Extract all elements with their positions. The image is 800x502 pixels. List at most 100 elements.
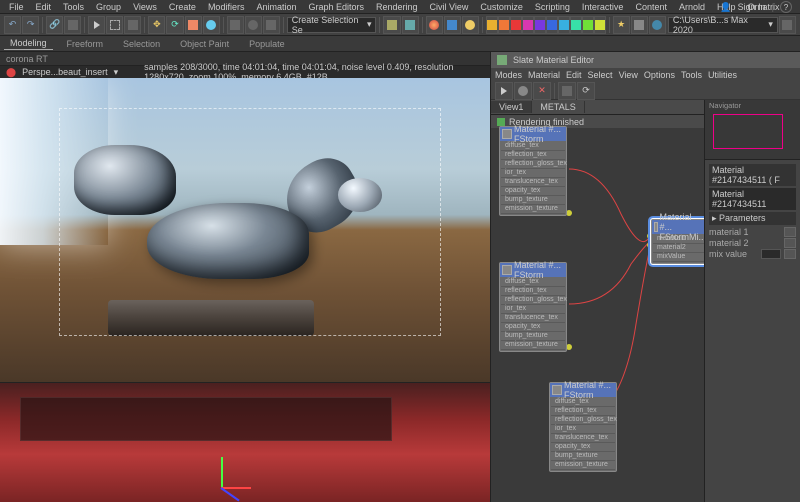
- material-sub-header[interactable]: Material #2147434511: [709, 188, 796, 210]
- node-slot[interactable]: reflection_gloss_tex: [501, 296, 565, 305]
- node-slot[interactable]: opacity_tex: [501, 323, 565, 332]
- node-slot[interactable]: translucence_tex: [551, 434, 615, 443]
- node-slot[interactable]: emission_texture: [551, 461, 615, 470]
- node-slot[interactable]: reflection_gloss_tex: [551, 416, 615, 425]
- select-button[interactable]: [88, 16, 105, 34]
- color-swatch[interactable]: [486, 16, 498, 34]
- undo-button[interactable]: ↶: [4, 16, 21, 34]
- menu-content[interactable]: Content: [630, 1, 672, 13]
- node-slot[interactable]: translucence_tex: [501, 178, 565, 187]
- node-slot[interactable]: material1: [653, 235, 704, 244]
- menu-rendering[interactable]: Rendering: [371, 1, 423, 13]
- slate-assign-button[interactable]: [514, 82, 532, 100]
- slate-menu-options[interactable]: Options: [644, 70, 675, 80]
- scale-button[interactable]: [185, 16, 202, 34]
- select-by-name-button[interactable]: [124, 16, 141, 34]
- menu-edit[interactable]: Edit: [31, 1, 57, 13]
- color-swatch[interactable]: [558, 16, 570, 34]
- ribbon-tab-modeling[interactable]: Modeling: [4, 37, 53, 50]
- slate-menu-select[interactable]: Select: [588, 70, 613, 80]
- slate-layout-button[interactable]: [558, 82, 576, 100]
- placement-button[interactable]: [203, 16, 220, 34]
- node-slot[interactable]: diffuse_tex: [501, 142, 565, 151]
- node-slot[interactable]: bump_texture: [501, 332, 565, 341]
- node-slot[interactable]: emission_texture: [501, 205, 565, 214]
- node-slot[interactable]: diffuse_tex: [551, 398, 615, 407]
- mirror-button[interactable]: [383, 16, 400, 34]
- ribbon-tab-populate[interactable]: Populate: [243, 38, 291, 50]
- color-swatch[interactable]: [594, 16, 606, 34]
- slate-canvas[interactable]: Material #...FStorm diffuse_texreflectio…: [491, 114, 704, 488]
- ribbon-tab-freeform[interactable]: Freeform: [61, 38, 110, 50]
- gizmo-z-axis[interactable]: [220, 487, 239, 501]
- node-slot[interactable]: emission_texture: [501, 341, 565, 350]
- slate-menu-utilities[interactable]: Utilities: [708, 70, 737, 80]
- workspace-button[interactable]: [779, 16, 796, 34]
- menu-arnold[interactable]: Arnold: [674, 1, 710, 13]
- node-slot[interactable]: opacity_tex: [501, 187, 565, 196]
- tool-b[interactable]: [631, 16, 648, 34]
- node-slot[interactable]: reflection_gloss_tex: [501, 160, 565, 169]
- angle-snap-toggle[interactable]: [245, 16, 262, 34]
- percent-snap-toggle[interactable]: [263, 16, 280, 34]
- scene-path-field[interactable]: C:\Users\B...s Max 2020▾: [668, 17, 778, 33]
- node-slot[interactable]: reflection_tex: [501, 287, 565, 296]
- color-swatch[interactable]: [498, 16, 510, 34]
- material-node-1[interactable]: Material #...FStorm diffuse_texreflectio…: [499, 126, 567, 216]
- menu-views[interactable]: Views: [128, 1, 162, 13]
- menu-interactive[interactable]: Interactive: [577, 1, 629, 13]
- node-slot[interactable]: reflection_tex: [551, 407, 615, 416]
- slate-title-bar[interactable]: Slate Material Editor: [491, 52, 800, 68]
- material-node-3[interactable]: Material #...FStorm diffuse_texreflectio…: [549, 382, 617, 472]
- unlink-button[interactable]: [64, 16, 81, 34]
- node-header[interactable]: Material #...FStorm: [550, 383, 616, 397]
- menu-create[interactable]: Create: [164, 1, 201, 13]
- menu-file[interactable]: File: [4, 1, 29, 13]
- node-slot[interactable]: ior_tex: [501, 169, 565, 178]
- param-slot-button[interactable]: [784, 227, 796, 237]
- slate-pick-button[interactable]: [495, 82, 513, 100]
- link-button[interactable]: 🔗: [46, 16, 63, 34]
- material-node-2[interactable]: Material #...FStorm diffuse_texreflectio…: [499, 262, 567, 352]
- render-viewport[interactable]: [0, 78, 490, 382]
- param-slot-button[interactable]: [784, 238, 796, 248]
- node-header[interactable]: Material #...FStorm: [500, 127, 566, 141]
- node-slot[interactable]: reflection_tex: [501, 151, 565, 160]
- slate-menu-modes[interactable]: Modes: [495, 70, 522, 80]
- color-swatch[interactable]: [510, 16, 522, 34]
- ribbon-tab-selection[interactable]: Selection: [117, 38, 166, 50]
- perspective-viewport[interactable]: [0, 382, 490, 502]
- render-button[interactable]: [462, 16, 479, 34]
- node-header[interactable]: Material #...FStorm: [500, 263, 566, 277]
- tool-c[interactable]: [649, 16, 666, 34]
- align-button[interactable]: [402, 16, 419, 34]
- node-slot[interactable]: mixValue: [653, 253, 704, 262]
- param-value-field[interactable]: [761, 249, 781, 259]
- node-header[interactable]: Material #...FStormMi...: [652, 220, 704, 234]
- node-slot[interactable]: translucence_tex: [501, 314, 565, 323]
- menu-scripting[interactable]: Scripting: [530, 1, 575, 13]
- param-slot-button[interactable]: [784, 249, 796, 259]
- node-slot[interactable]: bump_texture: [551, 452, 615, 461]
- menu-group[interactable]: Group: [91, 1, 126, 13]
- menu-grapheditors[interactable]: Graph Editors: [303, 1, 369, 13]
- region-selection[interactable]: [59, 108, 441, 336]
- navigator-panel[interactable]: Navigator: [705, 100, 800, 160]
- node-slot[interactable]: ior_tex: [551, 425, 615, 434]
- render-setup-button[interactable]: [444, 16, 461, 34]
- color-swatch[interactable]: [570, 16, 582, 34]
- redo-button[interactable]: ↷: [22, 16, 39, 34]
- node-slot[interactable]: ior_tex: [501, 305, 565, 314]
- ribbon-tab-objectpaint[interactable]: Object Paint: [174, 38, 235, 50]
- slate-refresh-button[interactable]: ⟳: [577, 82, 595, 100]
- slate-delete-button[interactable]: ✕: [533, 82, 551, 100]
- node-slot[interactable]: bump_texture: [501, 196, 565, 205]
- color-swatch[interactable]: [522, 16, 534, 34]
- menu-modifiers[interactable]: Modifiers: [203, 1, 250, 13]
- snap-toggle[interactable]: [227, 16, 244, 34]
- slate-menu-tools[interactable]: Tools: [681, 70, 702, 80]
- material-editor-button[interactable]: [426, 16, 443, 34]
- gizmo-y-axis[interactable]: [221, 457, 223, 487]
- slate-menu-edit[interactable]: Edit: [566, 70, 582, 80]
- help-icon[interactable]: ?: [780, 1, 792, 13]
